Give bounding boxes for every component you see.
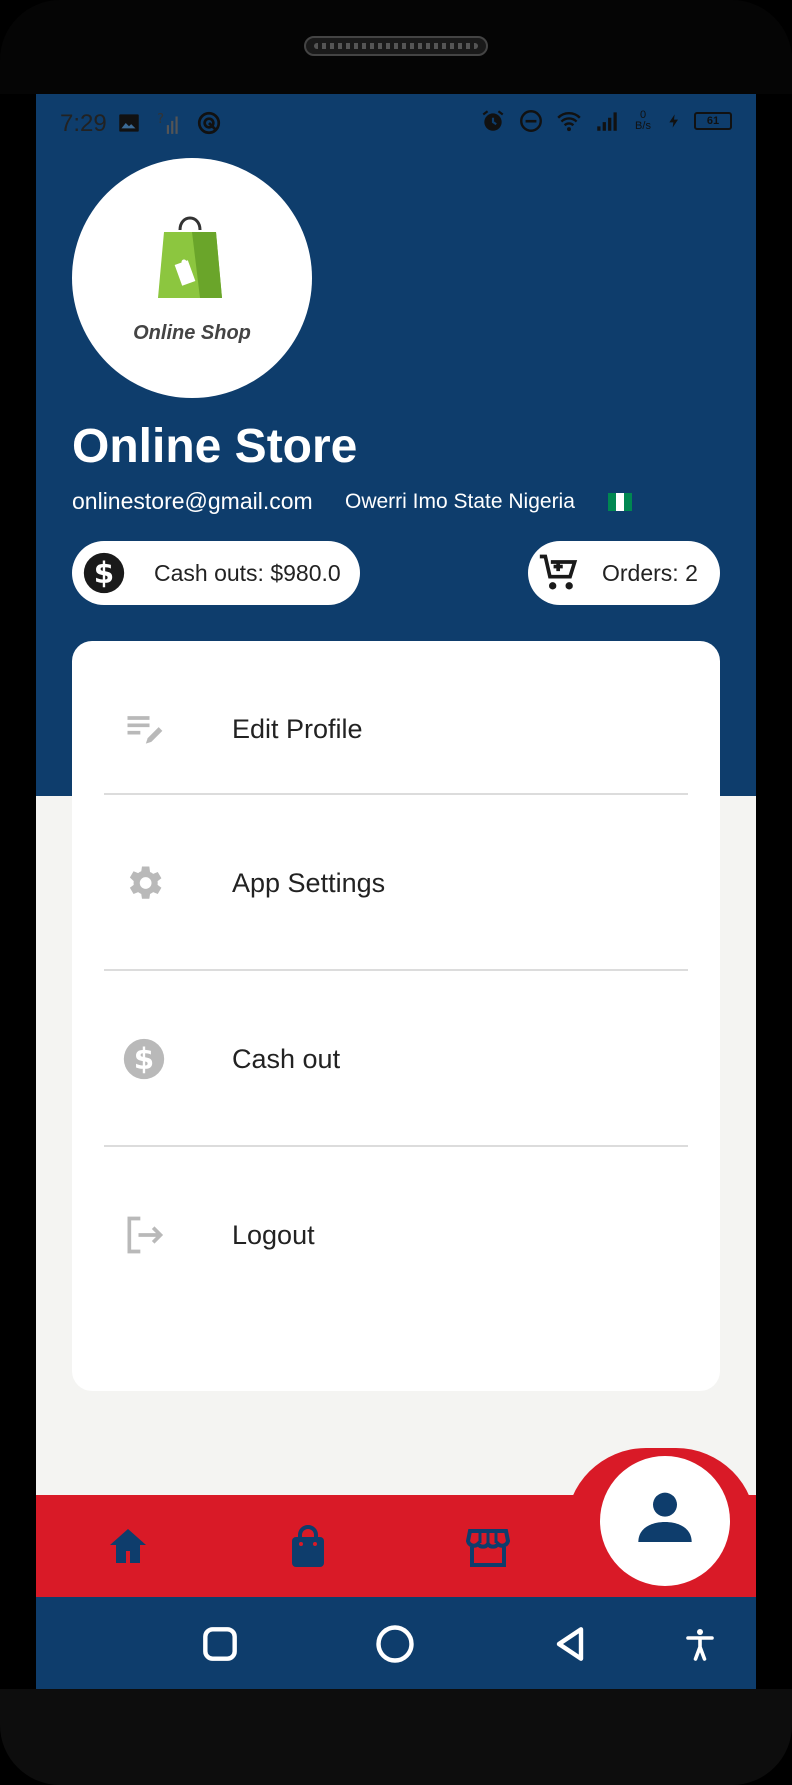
menu-label-edit-profile: Edit Profile (232, 713, 363, 744)
store-email: onlinestore@gmail.com (72, 488, 313, 514)
gear-icon (129, 866, 162, 899)
wifi-icon (557, 112, 581, 132)
screen: 7:29 ? 0 B/s 61 Online Shop Online Store… (36, 94, 756, 1692)
logo-text: Online Shop (133, 322, 251, 344)
storefront-icon[interactable] (464, 1523, 512, 1571)
person-icon (638, 1492, 692, 1542)
nigeria-flag-icon (608, 493, 632, 511)
shopping-bag-icon[interactable] (284, 1523, 332, 1571)
sync-icon (197, 111, 221, 135)
bottom-nav-cutout (36, 1404, 586, 1495)
menu-label-cash-out: Cash out (232, 1043, 341, 1074)
phone-bottom-bezel (0, 1689, 792, 1785)
menu-item-cash-out[interactable]: $ Cash out (72, 971, 720, 1147)
svg-text:?: ? (157, 112, 164, 127)
orders-text: Orders: 2 (602, 559, 698, 586)
alarm-icon (482, 110, 504, 131)
menu-label-logout: Logout (232, 1219, 315, 1250)
profile-nav-button[interactable] (600, 1456, 730, 1586)
battery-icon: 61 (694, 112, 732, 130)
menu-label-app-settings: App Settings (232, 867, 386, 898)
svg-text:$: $ (134, 1042, 154, 1076)
battery-level: 61 (706, 115, 720, 127)
do-not-disturb-icon (520, 110, 542, 132)
menu-item-app-settings[interactable]: App Settings (72, 795, 720, 971)
no-sim-signal-icon: ? (157, 112, 178, 134)
earpiece-speaker (304, 36, 488, 56)
edit-note-icon (127, 716, 163, 744)
home-circle-icon[interactable] (373, 1622, 417, 1666)
phone-top-bezel (0, 0, 792, 94)
back-icon[interactable] (548, 1622, 592, 1666)
charging-icon (669, 114, 678, 128)
accessibility-icon[interactable] (682, 1622, 718, 1666)
home-icon[interactable] (104, 1523, 152, 1571)
dollar-circle-icon: $ (123, 1038, 165, 1080)
cash-outs-badge: $ Cash outs: $980.0 (72, 541, 360, 605)
menu-item-edit-profile[interactable]: Edit Profile (72, 641, 720, 817)
store-name: Online Store (72, 420, 358, 473)
signal-icon (597, 112, 617, 131)
store-location: Owerri Imo State Nigeria (345, 490, 575, 513)
store-logo[interactable]: Online Shop (72, 158, 312, 398)
profile-menu-card: Edit Profile App Settings $ Cash out Log… (72, 641, 720, 1391)
status-bar: 7:29 ? 0 B/s 61 (36, 94, 756, 154)
image-icon (119, 114, 139, 132)
data-speed-unit: B/s (635, 120, 651, 132)
shopping-bag-logo-icon (158, 216, 222, 298)
svg-text:$: $ (94, 556, 114, 590)
data-speed-icon: 0 B/s (632, 110, 654, 132)
orders-badge: Orders: 2 (528, 541, 720, 605)
cash-outs-text: Cash outs: $980.0 (154, 559, 341, 586)
logout-icon (127, 1216, 164, 1254)
menu-item-logout[interactable]: Logout (72, 1147, 720, 1323)
recents-icon[interactable] (198, 1622, 242, 1666)
status-time: 7:29 (60, 110, 107, 137)
add-shopping-cart-icon (539, 554, 578, 590)
phone-frame: 7:29 ? 0 B/s 61 Online Shop Online Store… (0, 0, 792, 1785)
dollar-circle-icon: $ (83, 552, 125, 594)
system-navigation-bar (36, 1597, 756, 1692)
